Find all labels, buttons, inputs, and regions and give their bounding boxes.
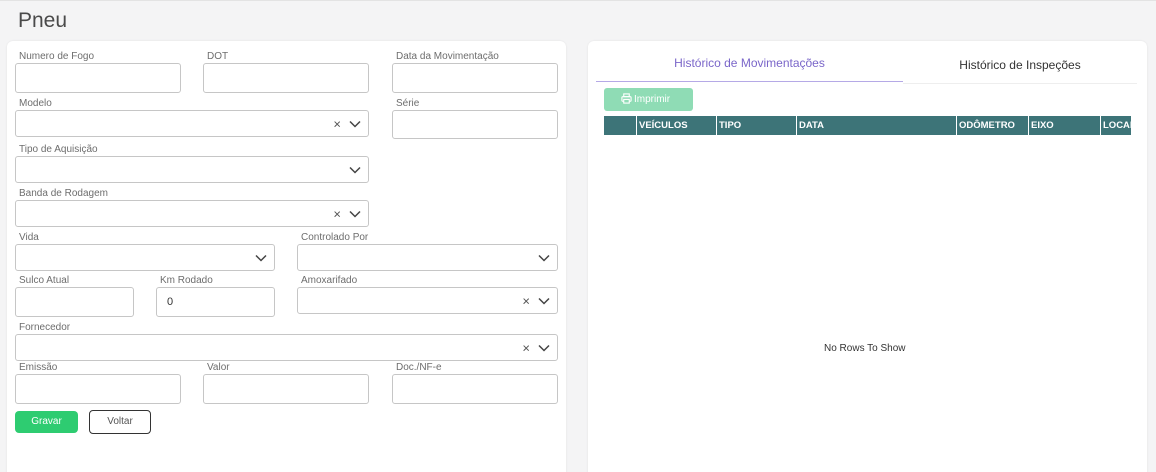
numero-fogo-label: Numero de Fogo bbox=[19, 51, 95, 62]
tipo-aquisicao-label: Tipo de Aquisição bbox=[19, 144, 98, 155]
dot-input[interactable] bbox=[203, 63, 369, 93]
chevron-down-icon[interactable] bbox=[349, 210, 361, 218]
empty-grid-message: No Rows To Show bbox=[824, 343, 906, 354]
chevron-down-icon[interactable] bbox=[349, 120, 361, 128]
column-header-veiculos[interactable]: VEÍCULOS bbox=[636, 116, 716, 135]
column-header-local[interactable]: LOCAL bbox=[1100, 116, 1131, 135]
print-button-label: Imprimir bbox=[634, 94, 671, 105]
chevron-down-icon[interactable] bbox=[538, 344, 550, 352]
amoxarifado-label: Amoxarifado bbox=[301, 275, 358, 286]
printer-icon bbox=[621, 93, 632, 104]
doc-nfe-label: Doc./NF-e bbox=[396, 362, 442, 373]
chevron-down-icon[interactable] bbox=[538, 254, 550, 262]
tab-historico-movimentacoes[interactable]: Histórico de Movimentações bbox=[596, 56, 903, 82]
data-movimentacao-input[interactable] bbox=[392, 63, 558, 93]
tire-form-panel: Numero de Fogo DOT Data da Movimentação … bbox=[7, 41, 566, 472]
numero-fogo-input[interactable] bbox=[15, 63, 181, 93]
page-title: Pneu bbox=[18, 9, 68, 32]
back-button[interactable]: Voltar bbox=[89, 410, 151, 434]
column-header-tipo[interactable]: TIPO bbox=[716, 116, 796, 135]
valor-label: Valor bbox=[207, 362, 230, 373]
doc-nfe-input[interactable] bbox=[392, 374, 558, 404]
tab-historico-inspecoes[interactable]: Histórico de Inspeções bbox=[903, 58, 1137, 84]
serie-input[interactable] bbox=[392, 110, 558, 139]
close-icon[interactable]: × bbox=[522, 294, 530, 307]
close-icon[interactable]: × bbox=[522, 341, 530, 354]
dot-label: DOT bbox=[207, 51, 229, 62]
controlado-por-select[interactable] bbox=[297, 244, 558, 271]
serie-label: Série bbox=[396, 98, 420, 109]
chevron-down-icon[interactable] bbox=[538, 297, 550, 305]
vida-select[interactable] bbox=[15, 244, 275, 271]
history-grid-header: VEÍCULOS TIPO DATA ODÔMETRO EIXO LOCAL bbox=[604, 116, 1131, 135]
close-icon[interactable]: × bbox=[333, 117, 341, 130]
km-rodado-input[interactable]: 0 bbox=[156, 287, 275, 317]
banda-rodagem-label: Banda de Rodagem bbox=[19, 188, 108, 199]
emissao-label: Emissão bbox=[19, 362, 58, 373]
km-rodado-label: Km Rodado bbox=[160, 275, 213, 286]
vida-label: Vida bbox=[19, 232, 39, 243]
fornecedor-label: Fornecedor bbox=[19, 322, 71, 333]
modelo-label: Modelo bbox=[19, 98, 52, 109]
column-header-data[interactable]: DATA bbox=[796, 116, 956, 135]
chevron-down-icon[interactable] bbox=[349, 166, 361, 174]
grid-select-column[interactable] bbox=[604, 116, 636, 135]
column-header-odometro[interactable]: ODÔMETRO bbox=[956, 116, 1028, 135]
emissao-input[interactable] bbox=[15, 374, 181, 404]
valor-input[interactable] bbox=[203, 374, 369, 404]
amoxarifado-select[interactable]: × bbox=[297, 287, 558, 314]
banda-rodagem-select[interactable]: × bbox=[15, 200, 369, 227]
controlado-por-label: Controlado Por bbox=[301, 232, 369, 243]
print-button[interactable]: Imprimir bbox=[604, 88, 693, 111]
sulco-atual-input[interactable] bbox=[15, 287, 134, 317]
data-movimentacao-label: Data da Movimentação bbox=[396, 51, 499, 62]
fornecedor-select[interactable]: × bbox=[15, 334, 558, 361]
column-header-eixo[interactable]: EIXO bbox=[1028, 116, 1100, 135]
chevron-down-icon[interactable] bbox=[255, 254, 267, 262]
close-icon[interactable]: × bbox=[333, 207, 341, 220]
sulco-atual-label: Sulco Atual bbox=[19, 275, 70, 286]
tipo-aquisicao-select[interactable] bbox=[15, 156, 369, 183]
modelo-select[interactable]: × bbox=[15, 110, 369, 137]
history-panel: Histórico de Movimentações Histórico de … bbox=[588, 41, 1147, 472]
save-button[interactable]: Gravar bbox=[15, 411, 78, 433]
